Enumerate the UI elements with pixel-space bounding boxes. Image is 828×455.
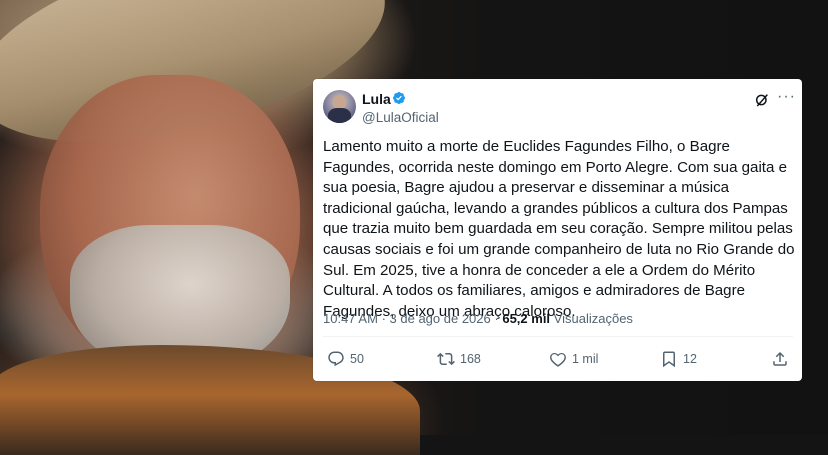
reply-button[interactable]: 50 bbox=[327, 348, 364, 370]
views-count: 65,2 mil bbox=[502, 311, 551, 326]
meta-separator-2: · bbox=[494, 311, 499, 326]
reply-count: 50 bbox=[350, 352, 364, 366]
reply-icon bbox=[328, 351, 344, 367]
like-icon bbox=[550, 352, 566, 367]
avatar[interactable] bbox=[323, 90, 356, 123]
like-button[interactable]: 1 mil bbox=[549, 348, 598, 370]
tweet-date[interactable]: 3 de ago de 2026 bbox=[390, 311, 491, 326]
author-name[interactable]: Lula bbox=[362, 90, 391, 108]
views-label[interactable]: Visualizações bbox=[554, 311, 633, 326]
like-count: 1 mil bbox=[572, 352, 599, 366]
repost-count: 168 bbox=[460, 352, 481, 366]
grok-icon[interactable] bbox=[754, 92, 770, 108]
tweet-card: Lula @LulaOficial ··· Lamento muito a mo… bbox=[313, 79, 802, 381]
tweet-time[interactable]: 10:47 AM bbox=[323, 311, 378, 326]
tweet-text: Lamento muito a morte de Euclides Fagund… bbox=[323, 138, 795, 320]
tweet-meta: 10:47 AM · 3 de ago de 2026 · 65,2 mil V… bbox=[323, 310, 633, 327]
repost-icon bbox=[437, 352, 455, 366]
author-handle[interactable]: @LulaOficial bbox=[362, 109, 439, 126]
repost-button[interactable]: 168 bbox=[437, 348, 481, 370]
divider bbox=[323, 336, 793, 337]
meta-separator: · bbox=[381, 311, 386, 326]
share-button[interactable] bbox=[771, 348, 794, 370]
bookmark-count: 12 bbox=[683, 352, 697, 366]
share-icon bbox=[773, 351, 787, 366]
more-icon[interactable]: ··· bbox=[777, 89, 796, 105]
bookmark-icon bbox=[663, 351, 675, 368]
verified-badge-icon bbox=[393, 92, 405, 104]
bookmark-button[interactable]: 12 bbox=[660, 348, 697, 370]
